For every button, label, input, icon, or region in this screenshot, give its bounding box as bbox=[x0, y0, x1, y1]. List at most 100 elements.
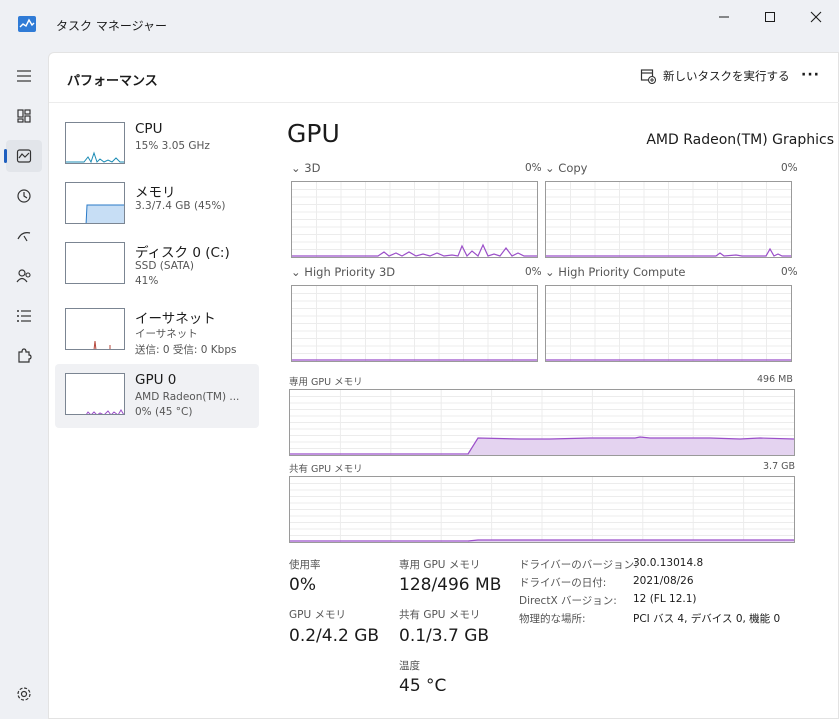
device-detail-2: 0% (45 °C) bbox=[135, 406, 193, 418]
hamburger-icon bbox=[17, 70, 31, 82]
device-item-disk[interactable]: ディスク 0 (C:) SSD (SATA) 41% bbox=[55, 233, 259, 297]
engine-selector-high-priority-compute[interactable]: ⌄ High Priority Compute bbox=[545, 265, 685, 279]
processes-icon bbox=[17, 109, 31, 123]
gpu-memory-label: GPU メモリ bbox=[289, 609, 346, 621]
startup-icon bbox=[17, 232, 31, 242]
services-puzzle-icon bbox=[18, 348, 32, 363]
engine-3d-percent: 0% bbox=[525, 162, 542, 174]
usage-label: 使用率 bbox=[289, 559, 321, 571]
engine-selector-copy[interactable]: ⌄ Copy bbox=[545, 161, 587, 175]
device-detail-2: 41% bbox=[135, 275, 159, 287]
engine-copy-percent: 0% bbox=[781, 162, 798, 174]
engine-selector-high-priority-3d[interactable]: ⌄ High Priority 3D bbox=[291, 265, 395, 279]
nav-details[interactable] bbox=[6, 300, 42, 332]
temperature-value: 45 °C bbox=[399, 676, 447, 696]
run-new-task-button[interactable]: 新しいタスクを実行する bbox=[640, 68, 790, 84]
gear-icon bbox=[17, 687, 31, 701]
close-button[interactable] bbox=[793, 0, 839, 34]
nav-settings[interactable] bbox=[6, 678, 42, 710]
maximize-button[interactable] bbox=[747, 0, 793, 34]
dedicated-memory-graph bbox=[289, 389, 795, 456]
chevron-down-icon: ⌄ bbox=[545, 161, 559, 175]
shared-memory-graph bbox=[289, 476, 795, 543]
performance-icon bbox=[16, 149, 32, 163]
driver-version-key: ドライバーのバージョン: bbox=[519, 559, 638, 571]
maximize-icon bbox=[765, 12, 775, 22]
shared-memory-max: 3.7 GB bbox=[763, 461, 796, 472]
device-detail: 15% 3.05 GHz bbox=[135, 140, 210, 152]
dedicated-memory-value: 128/496 MB bbox=[399, 575, 502, 595]
page-header: パフォーマンス 新しいタスクを実行する ··· bbox=[49, 53, 839, 103]
dedicated-memory-graph-label: 専用 GPU メモリ bbox=[289, 377, 363, 388]
device-name: CPU bbox=[135, 121, 163, 137]
shared-memory-label: 共有 GPU メモリ bbox=[399, 609, 481, 621]
device-detail-2: 送信: 0 受信: 0 Kbps bbox=[135, 344, 237, 356]
more-options-button[interactable]: ··· bbox=[801, 67, 820, 83]
device-item-cpu[interactable]: CPU 15% 3.05 GHz bbox=[55, 113, 259, 177]
engine-3d-graph bbox=[291, 181, 538, 258]
users-icon bbox=[16, 269, 31, 283]
chevron-down-icon: ⌄ bbox=[291, 161, 305, 175]
details-list-icon bbox=[17, 310, 31, 322]
title-bar: タスク マネージャー bbox=[0, 0, 839, 50]
device-item-ethernet[interactable]: イーサネット イーサネット 送信: 0 受信: 0 Kbps bbox=[55, 299, 259, 363]
engine-hp3d-percent: 0% bbox=[525, 266, 542, 278]
minimize-button[interactable] bbox=[701, 0, 747, 34]
hamburger-menu-button[interactable] bbox=[6, 60, 42, 92]
history-icon bbox=[17, 189, 31, 203]
nav-users[interactable] bbox=[6, 260, 42, 292]
driver-version-value: 30.0.13014.8 bbox=[633, 557, 704, 569]
device-detail: SSD (SATA) bbox=[135, 260, 194, 272]
disk-thumbnail-graph bbox=[65, 242, 125, 284]
gpu-model-name: AMD Radeon(TM) Graphics bbox=[646, 132, 834, 148]
dedicated-memory-max: 496 MB bbox=[757, 374, 793, 385]
driver-date-value: 2021/08/26 bbox=[633, 575, 694, 587]
device-name: GPU 0 bbox=[135, 372, 177, 388]
close-icon bbox=[810, 11, 822, 23]
dedicated-memory-label: 専用 GPU メモリ bbox=[399, 559, 481, 571]
device-detail: イーサネット bbox=[135, 328, 198, 340]
ethernet-thumbnail-graph bbox=[65, 308, 125, 350]
gpu-memory-value: 0.2/4.2 GB bbox=[289, 626, 380, 646]
cpu-thumbnail-graph bbox=[65, 122, 125, 164]
device-name: イーサネット bbox=[135, 311, 216, 327]
memory-usage-area bbox=[468, 437, 794, 455]
engine-hpc-percent: 0% bbox=[781, 266, 798, 278]
device-detail: 3.3/7.4 GB (45%) bbox=[135, 200, 226, 212]
usage-value: 0% bbox=[289, 575, 316, 595]
task-manager-icon bbox=[18, 16, 36, 32]
nav-app-history[interactable] bbox=[6, 180, 42, 212]
physical-location-key: 物理的な場所: bbox=[519, 613, 586, 625]
chevron-down-icon: ⌄ bbox=[545, 265, 559, 279]
nav-performance[interactable] bbox=[4, 140, 42, 172]
nav-services[interactable] bbox=[6, 340, 42, 372]
window-title: タスク マネージャー bbox=[56, 19, 167, 33]
main-content: パフォーマンス 新しいタスクを実行する ··· CPU 15% 3.05 GHz… bbox=[48, 52, 839, 719]
shared-memory-value: 0.1/3.7 GB bbox=[399, 626, 490, 646]
minimize-icon bbox=[719, 16, 729, 18]
engine-copy-graph bbox=[545, 181, 792, 258]
device-detail: AMD Radeon(TM) ... bbox=[135, 391, 240, 403]
physical-location-value: PCI バス 4, デバイス 0, 機能 0 bbox=[633, 613, 781, 625]
directx-version-key: DirectX バージョン: bbox=[519, 595, 617, 607]
shared-memory-graph-label: 共有 GPU メモリ bbox=[289, 464, 363, 475]
page-title: パフォーマンス bbox=[67, 74, 158, 89]
nav-processes[interactable] bbox=[6, 100, 42, 132]
run-new-task-label: 新しいタスクを実行する bbox=[663, 69, 790, 83]
device-item-gpu[interactable]: GPU 0 AMD Radeon(TM) ... 0% (45 °C) bbox=[55, 364, 259, 428]
nav-rail bbox=[0, 50, 48, 719]
device-name: メモリ bbox=[135, 185, 176, 201]
device-name: ディスク 0 (C:) bbox=[135, 245, 230, 261]
memory-thumbnail-graph bbox=[65, 182, 125, 224]
device-item-memory[interactable]: メモリ 3.3/7.4 GB (45%) bbox=[55, 173, 259, 237]
engine-high-priority-3d-graph bbox=[291, 285, 538, 362]
chevron-down-icon: ⌄ bbox=[291, 265, 305, 279]
gpu-title: GPU bbox=[287, 119, 340, 148]
driver-date-key: ドライバーの日付: bbox=[519, 577, 607, 589]
engine-high-priority-compute-graph bbox=[545, 285, 792, 362]
temperature-label: 温度 bbox=[399, 660, 420, 672]
new-task-icon bbox=[640, 69, 656, 84]
nav-startup-apps[interactable] bbox=[6, 220, 42, 252]
engine-selector-3d[interactable]: ⌄ 3D bbox=[291, 161, 320, 175]
directx-version-value: 12 (FL 12.1) bbox=[633, 593, 697, 605]
